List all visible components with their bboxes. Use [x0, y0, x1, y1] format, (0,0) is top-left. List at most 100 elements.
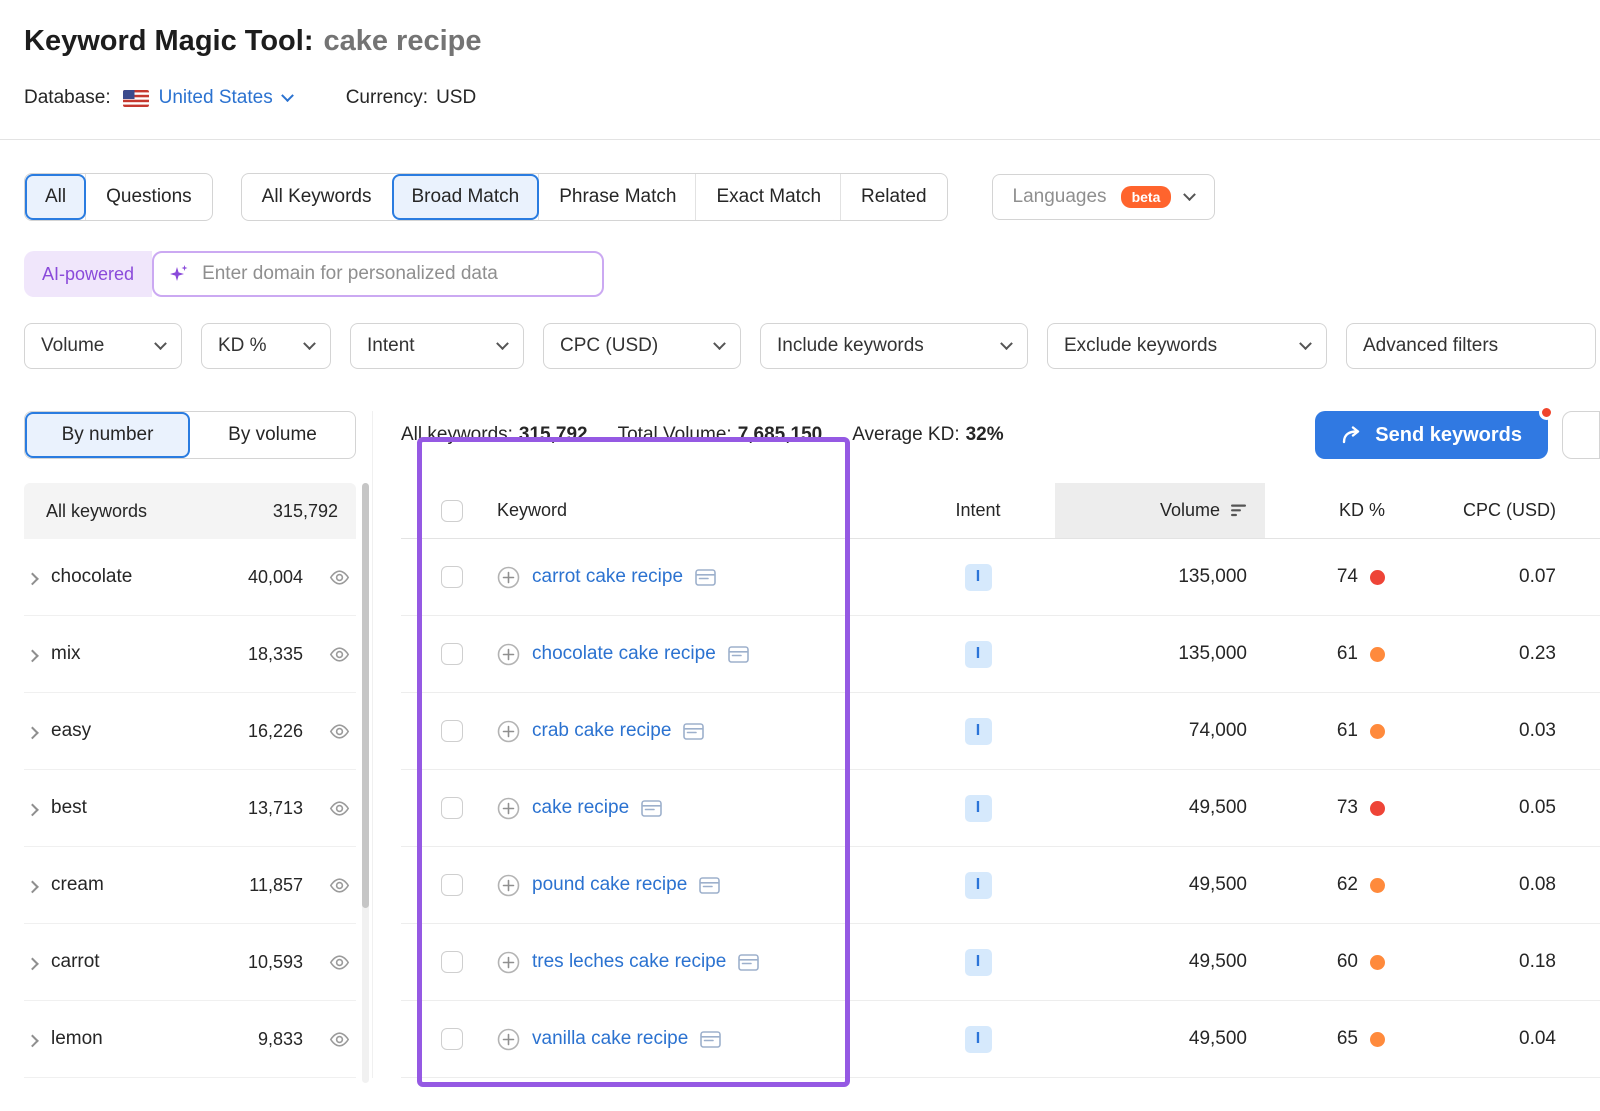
- eye-icon[interactable]: [329, 878, 350, 893]
- languages-label: Languages: [1013, 186, 1107, 208]
- eye-icon[interactable]: [329, 1032, 350, 1047]
- eye-icon[interactable]: [329, 570, 350, 585]
- keyword-link[interactable]: cake recipe: [532, 797, 629, 819]
- filter-dropdown[interactable]: KD %: [201, 323, 331, 369]
- keyword-link[interactable]: vanilla cake recipe: [532, 1028, 688, 1050]
- intent-badge[interactable]: I: [965, 949, 992, 976]
- keyword-link[interactable]: chocolate cake recipe: [532, 643, 716, 665]
- row-checkbox[interactable]: [441, 874, 463, 896]
- sidebar-toggle-button[interactable]: By volume: [190, 412, 355, 458]
- match-type-tab[interactable]: All: [25, 174, 86, 220]
- serp-features-icon[interactable]: [699, 877, 720, 894]
- eye-icon[interactable]: [329, 724, 350, 739]
- add-keyword-icon[interactable]: [497, 566, 520, 589]
- cpc-value: 0.23: [1407, 616, 1600, 692]
- intent-badge[interactable]: I: [965, 795, 992, 822]
- chevron-right-icon: [26, 649, 39, 662]
- stat-average-kd: Average KD:32%: [852, 424, 1003, 446]
- keyword-link[interactable]: pound cake recipe: [532, 874, 687, 896]
- intent-badge[interactable]: I: [965, 641, 992, 668]
- page-title: Keyword Magic Tool:cake recipe: [24, 20, 1576, 62]
- intent-badge[interactable]: I: [965, 1026, 992, 1053]
- clipped-edge-button[interactable]: [1562, 411, 1600, 459]
- filter-dropdown[interactable]: Advanced filters: [1346, 323, 1596, 369]
- chevron-down-icon: [281, 89, 294, 102]
- row-checkbox[interactable]: [441, 566, 463, 588]
- eye-icon[interactable]: [329, 955, 350, 970]
- match-type-tab[interactable]: Broad Match: [392, 174, 540, 220]
- kd-column-header[interactable]: KD %: [1265, 483, 1407, 538]
- volume-value: 49,500: [1055, 1001, 1265, 1077]
- serp-features-icon[interactable]: [738, 954, 759, 971]
- select-all-checkbox[interactable]: [441, 500, 463, 522]
- ai-powered-badge: AI-powered: [24, 251, 152, 297]
- keyword-group-item[interactable]: carrot 10,593: [24, 924, 356, 1001]
- row-checkbox[interactable]: [441, 797, 463, 819]
- keyword-link[interactable]: carrot cake recipe: [532, 566, 683, 588]
- serp-features-icon[interactable]: [700, 1031, 721, 1048]
- match-type-tab[interactable]: All Keywords: [242, 174, 392, 220]
- keyword-group-item[interactable]: chocolate 40,004: [24, 539, 356, 616]
- match-type-tab[interactable]: Exact Match: [696, 174, 841, 220]
- row-checkbox[interactable]: [441, 1028, 463, 1050]
- match-type-tab[interactable]: Related: [841, 174, 947, 220]
- intent-badge[interactable]: I: [965, 718, 992, 745]
- eye-icon[interactable]: [329, 801, 350, 816]
- intent-badge[interactable]: I: [965, 872, 992, 899]
- group-label: carrot: [51, 951, 100, 973]
- cpc-value: 0.07: [1407, 539, 1600, 615]
- intent-column-header[interactable]: Intent: [901, 483, 1055, 538]
- group-count: 10,593: [248, 952, 303, 973]
- row-checkbox[interactable]: [441, 643, 463, 665]
- filter-dropdown[interactable]: Include keywords: [760, 323, 1028, 369]
- add-keyword-icon[interactable]: [497, 1028, 520, 1051]
- keyword-group-item[interactable]: best 13,713: [24, 770, 356, 847]
- chevron-down-icon: [1299, 337, 1312, 350]
- filter-label: CPC (USD): [560, 335, 658, 357]
- send-keywords-button[interactable]: Send keywords: [1315, 411, 1548, 459]
- filter-dropdown[interactable]: Intent: [350, 323, 524, 369]
- languages-dropdown[interactable]: Languages beta: [992, 174, 1216, 220]
- keyword-link[interactable]: crab cake recipe: [532, 720, 671, 742]
- keyword-table-row: pound cake recipe I: [401, 847, 1600, 924]
- filter-dropdown[interactable]: Exclude keywords: [1047, 323, 1327, 369]
- add-keyword-icon[interactable]: [497, 720, 520, 743]
- sidebar-toggle-button[interactable]: By number: [25, 412, 190, 458]
- filter-label: Intent: [367, 335, 415, 357]
- keyword-column-header[interactable]: Keyword: [465, 483, 901, 538]
- row-checkbox[interactable]: [441, 720, 463, 742]
- serp-features-icon[interactable]: [641, 800, 662, 817]
- row-checkbox[interactable]: [441, 951, 463, 973]
- add-keyword-icon[interactable]: [497, 951, 520, 974]
- cpc-column-header[interactable]: CPC (USD): [1407, 483, 1600, 538]
- intent-badge[interactable]: I: [965, 564, 992, 591]
- match-type-tab[interactable]: Questions: [86, 174, 212, 220]
- filter-label: Exclude keywords: [1064, 335, 1217, 357]
- serp-features-icon[interactable]: [728, 646, 749, 663]
- kd-dot: [1370, 1032, 1385, 1047]
- volume-column-header[interactable]: Volume: [1055, 483, 1265, 538]
- eye-icon[interactable]: [329, 647, 350, 662]
- add-keyword-icon[interactable]: [497, 874, 520, 897]
- match-type-tab[interactable]: Phrase Match: [539, 174, 696, 220]
- serp-features-icon[interactable]: [683, 723, 704, 740]
- filter-dropdown[interactable]: CPC (USD): [543, 323, 741, 369]
- cpc-value: 0.04: [1407, 1001, 1600, 1077]
- keyword-link[interactable]: tres leches cake recipe: [532, 951, 726, 973]
- add-keyword-icon[interactable]: [497, 797, 520, 820]
- cpc-value: 0.18: [1407, 924, 1600, 1000]
- serp-features-icon[interactable]: [695, 569, 716, 586]
- keyword-group-item[interactable]: lemon 9,833: [24, 1001, 356, 1078]
- add-keyword-icon[interactable]: [497, 643, 520, 666]
- filter-dropdown[interactable]: Volume: [24, 323, 182, 369]
- keyword-group-item[interactable]: cream 11,857: [24, 847, 356, 924]
- keyword-group-item[interactable]: easy 16,226: [24, 693, 356, 770]
- keyword-group-item[interactable]: mix 18,335: [24, 616, 356, 693]
- stat-all-keywords: All keywords:315,792: [401, 424, 588, 446]
- domain-input[interactable]: [200, 262, 588, 286]
- volume-header-label: Volume: [1160, 500, 1220, 521]
- database-selector[interactable]: United States: [123, 87, 292, 109]
- volume-value: 49,500: [1055, 924, 1265, 1000]
- sidebar-scrollbar-thumb[interactable]: [362, 483, 369, 908]
- all-keywords-group-row[interactable]: All keywords 315,792: [24, 483, 356, 539]
